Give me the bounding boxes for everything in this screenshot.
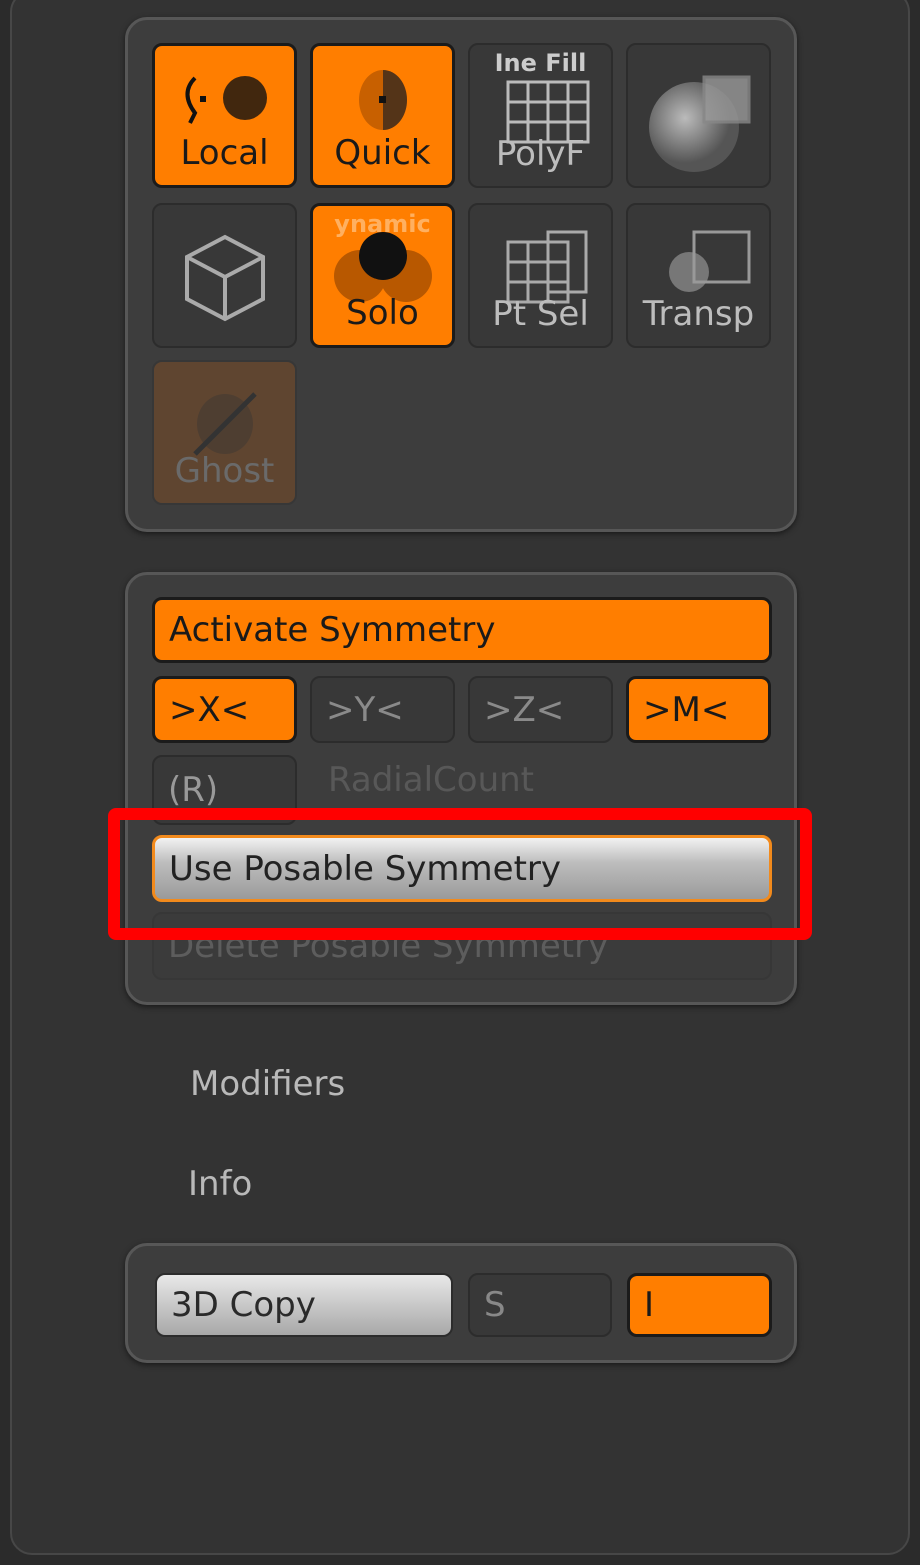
z-axis-button[interactable]: >Z< (468, 676, 613, 743)
x-axis-button[interactable]: >X< (152, 676, 297, 743)
modifiers-section[interactable]: Modifiers (190, 1064, 345, 1104)
button-ghost[interactable]: Ghost (152, 360, 297, 505)
button-label: Quick (334, 133, 431, 173)
info-section[interactable]: Info (188, 1164, 252, 1204)
radial-count-slider[interactable]: RadialCount (328, 760, 534, 800)
i-button[interactable]: I (627, 1273, 772, 1337)
cube-icon (175, 227, 275, 336)
sphere-grid-icon (639, 67, 759, 186)
button-cube[interactable] (152, 203, 297, 348)
button-pt-sel[interactable]: Pt Sel (468, 203, 613, 348)
button-label: Solo (346, 293, 419, 333)
button-sphere-grid[interactable] (626, 43, 771, 188)
y-axis-button[interactable]: >Y< (310, 676, 455, 743)
button-label: PolyF (495, 134, 586, 174)
activate-symmetry-button[interactable]: Activate Symmetry (152, 597, 772, 663)
overlay-label: Ine Fill (494, 49, 587, 77)
s-button[interactable]: S (468, 1273, 612, 1337)
button-label: Transp (642, 294, 755, 334)
button-quick[interactable]: Quick (310, 43, 455, 188)
button-transp[interactable]: Transp (626, 203, 771, 348)
button-solo[interactable]: ynamic Solo (310, 203, 455, 348)
button-polyf[interactable]: Ine Fill PolyF (468, 43, 613, 188)
button-local[interactable]: Local (152, 43, 297, 188)
button-label: Local (180, 133, 269, 173)
3d-copy-button[interactable]: 3D Copy (155, 1273, 453, 1337)
button-label: Pt Sel (492, 294, 589, 334)
use-posable-symmetry-button[interactable]: Use Posable Symmetry (152, 835, 772, 902)
m-axis-button[interactable]: >M< (626, 676, 771, 743)
button-label: Ghost (174, 451, 275, 491)
overlay-label: ynamic (334, 210, 431, 238)
